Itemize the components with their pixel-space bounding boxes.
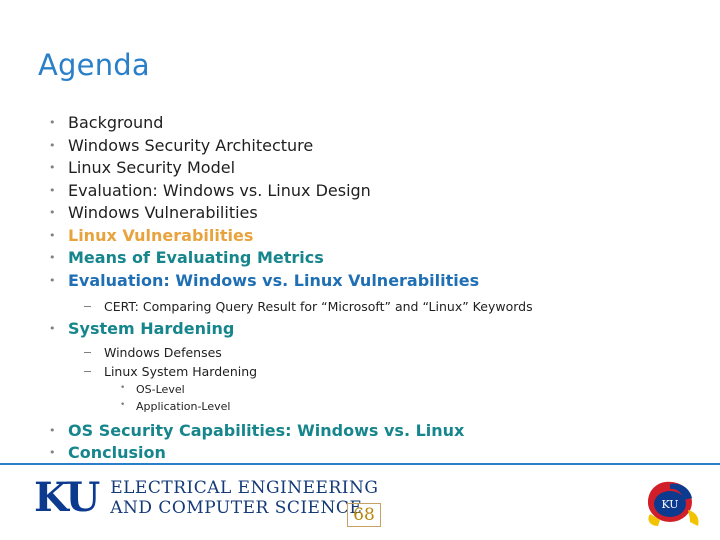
list-item: OS-Level [38,380,688,398]
bullet-text: OS Security Capabilities: Windows vs. Li… [68,420,465,440]
bullet-text: Evaluation: Windows vs. Linux Vulnerabil… [68,270,480,290]
page-number: 68 [347,503,381,527]
list-item: Windows Vulnerabilities [38,202,688,225]
list-item: System Hardening [38,318,688,341]
bullet-text: Linux Vulnerabilities [68,225,254,245]
bullet-text: Evaluation: Windows vs. Linux Design [68,180,371,200]
slide: Agenda Background Windows Security Archi… [0,0,720,540]
list-item: OS Security Capabilities: Windows vs. Li… [38,420,688,443]
jayhawk-icon: KU [640,474,704,534]
bullet-text: Windows Vulnerabilities [68,203,258,222]
list-item: Linux System Hardening [38,362,688,381]
list-item: Evaluation: Windows vs. Linux Design [38,180,688,203]
sub-bullet-text: CERT: Comparing Query Result for “Micros… [104,299,533,314]
page-title: Agenda [38,48,150,82]
bullet-text: Background [68,113,164,132]
list-item: Evaluation: Windows vs. Linux Vulnerabil… [38,270,688,293]
agenda-list: Background Windows Security Architecture… [38,112,688,465]
list-item: Linux Vulnerabilities [38,225,688,248]
sub-bullet-text: Windows Defenses [104,344,222,360]
bullet-text: Windows Security Architecture [68,135,314,155]
list-item: CERT: Comparing Query Result for “Micros… [38,297,688,316]
list-item: Windows Security Architecture [38,135,688,158]
sub-sub-bullet-text: Application-Level [136,399,231,413]
ku-logo: KU ELECTRICAL ENGINEERING AND COMPUTER S… [34,474,378,521]
list-item: Means of Evaluating Metrics [38,247,688,270]
ku-logo-mark: KU [34,474,100,521]
list-item: Linux Security Model [38,157,688,180]
sub-sub-bullet-text: OS-Level [136,382,185,396]
list-item: Conclusion [38,442,688,465]
svg-text:KU: KU [661,498,678,511]
ku-logo-line2: AND COMPUTER SCIENCE [110,498,363,518]
spacer [38,292,688,295]
bullet-text: Means of Evaluating Metrics [68,248,324,267]
bullet-list-level3-hardening: OS-Level Application-Level [38,380,688,415]
footer-divider [0,463,720,465]
bullet-text: System Hardening [68,319,235,338]
bullet-text: Linux Security Model [68,158,236,177]
bullet-list-level1: Background Windows Security Architecture… [38,112,688,465]
ku-logo-text: ELECTRICAL ENGINEERING AND COMPUTER SCIE… [110,478,378,518]
list-item: Windows Defenses [38,343,688,362]
bullet-list-level2-cert: CERT: Comparing Query Result for “Micros… [38,297,688,316]
list-item: Background [38,112,688,135]
bullet-text: Conclusion [68,443,166,462]
ku-logo-line1: ELECTRICAL ENGINEERING [110,478,379,498]
sub-bullet-text: Linux System Hardening [104,363,258,379]
list-item: Application-Level [38,397,688,415]
bullet-list-level2-hardening: Windows Defenses Linux System Hardening … [38,343,688,415]
